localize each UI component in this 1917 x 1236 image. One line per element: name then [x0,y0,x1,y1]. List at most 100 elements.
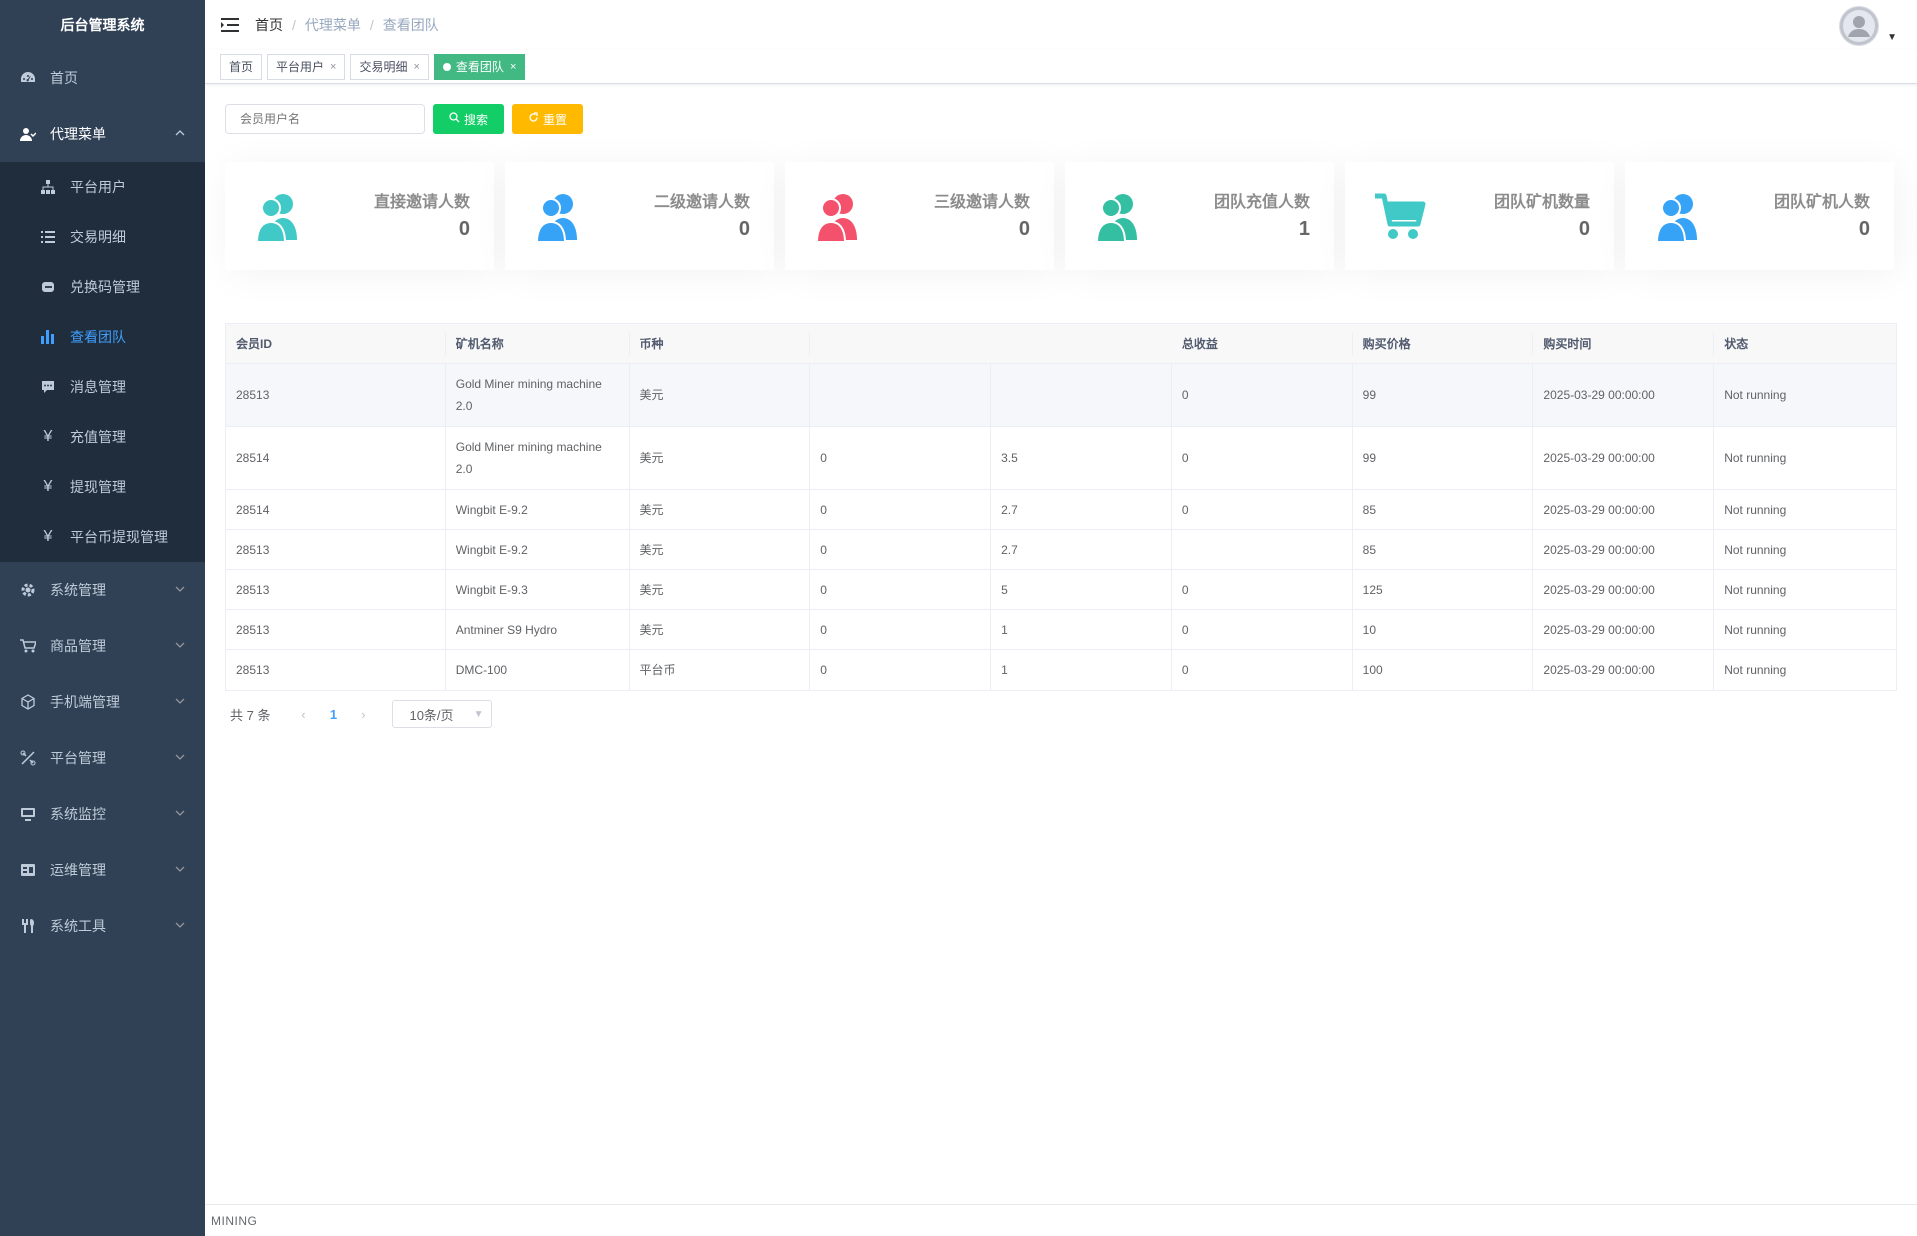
cell-miner-name: DMC-100 [446,650,630,690]
sidebar-item-platform-users[interactable]: 平台用户 [0,162,205,212]
cell-col4: 0 [810,650,992,690]
sidebar-item-label: 平台币提现管理 [70,529,168,545]
cell-purchase-time: 2025-03-29 00:00:00 [1533,570,1715,609]
cell-member-id: 28513 [226,570,446,609]
people-icon [815,194,857,243]
agent-submenu: 平台用户 交易明细 兑换码管理 查看团队 消息管理 ¥ 充值管理 ¥ 提现管理 … [0,162,205,562]
cell-purchase-time: 2025-03-29 00:00:00 [1533,364,1715,426]
team-miners-table: 会员ID 矿机名称 币种 总收益 购买价格 购买时间 状态 28513 Gold… [225,323,1897,691]
people-icon [1655,194,1697,243]
stat-title: 直接邀请人数 [373,194,470,211]
pagination: 共 7 条 ‹ 1 › 10条/页 ▼ [230,700,493,728]
stat-title: 团队矿机人数 [1773,194,1870,211]
page-number[interactable]: 1 [318,707,348,722]
stat-card-level2-invites: 二级邀请人数 0 [505,162,774,270]
cube-icon [20,694,36,710]
sidebar-item-mobile[interactable]: 手机端管理 [0,674,205,730]
tag-label: 查看团队 [455,59,504,74]
page-size-select[interactable]: 10条/页 ▼ [392,700,493,728]
sidebar-item-transactions[interactable]: 交易明细 [0,212,205,262]
close-icon[interactable]: × [413,55,419,79]
cell-price: 85 [1353,490,1534,529]
caret-down-icon[interactable]: ▼ [1887,32,1897,43]
breadcrumb-item[interactable]: 首页 [255,15,283,35]
tag-home[interactable]: 首页 [220,53,263,80]
page-size-value: 10条/页 [409,707,454,723]
cell-miner-name: Wingbit E-9.3 [446,570,630,609]
sidebar-item-products[interactable]: 商品管理 [0,618,205,674]
table-row[interactable]: 28513 DMC-100 平台币 0 1 0 100 2025-03-29 0… [226,650,1896,690]
chevron-down-icon [175,583,185,597]
breadcrumb-item: 代理菜单 [304,17,361,33]
sidebar-item-redeem-codes[interactable]: 兑换码管理 [0,262,205,312]
sidebar-item-platform-coin-withdraw[interactable]: ¥ 平台币提现管理 [0,512,205,562]
next-page-icon[interactable]: › [348,707,378,722]
cell-status: Not running [1724,622,1787,637]
cell-currency: 美元 [630,530,811,569]
tags-view: 首页 平台用户 × 交易明细 × 查看团队 × [205,50,1917,84]
tag-platform-users[interactable]: 平台用户 × [267,53,346,80]
cell-price: 125 [1353,570,1534,609]
sidebar-item-home[interactable]: 首页 [0,50,205,106]
sidebar-item-label: 消息管理 [70,379,126,395]
sidebar-item-monitor[interactable]: 系统监控 [0,786,205,842]
sidebar-item-view-team[interactable]: 查看团队 [0,312,205,362]
stat-title: 团队充值人数 [1213,194,1310,211]
cell-col5: 5 [991,570,1172,609]
sidebar-item-label: 查看团队 [70,329,126,345]
column-header: 会员ID [226,332,446,355]
table-row[interactable]: 28513 Wingbit E-9.3 美元 0 5 0 125 2025-03… [226,570,1896,610]
sidebar-item-recharge[interactable]: ¥ 充值管理 [0,412,205,462]
tag-transactions[interactable]: 交易明细 × [350,53,429,80]
tag-label: 平台用户 [276,59,325,74]
sidebar-item-system[interactable]: 系统管理 [0,562,205,618]
table-row[interactable]: 28513 Wingbit E-9.2 美元 0 2.7 85 2025-03-… [226,530,1896,570]
code-icon [40,279,56,295]
cell-col4: 0 [810,427,992,489]
sidebar-item-agent-menu[interactable]: 代理菜单 [0,106,205,162]
people-icon [535,194,577,243]
close-icon[interactable]: × [330,55,336,79]
sidebar-item-platform[interactable]: 平台管理 [0,730,205,786]
cell-status: Not running [1724,663,1787,677]
close-icon[interactable]: × [510,55,516,79]
cell-total-income [1172,530,1353,569]
breadcrumb-item: 查看团队 [382,17,439,33]
table-row[interactable]: 28513 Antminer S9 Hydro 美元 0 1 0 10 2025… [226,610,1896,650]
table-row[interactable]: 28514 Wingbit E-9.2 美元 0 2.7 0 85 2025-0… [226,490,1896,530]
sidebar-item-withdraw[interactable]: ¥ 提现管理 [0,462,205,512]
pagination-total: 共 7 条 [230,707,271,723]
tag-view-team[interactable]: 查看团队 × [433,53,526,80]
cell-member-id: 28513 [226,364,446,426]
cell-col4: 0 [810,610,992,649]
cell-miner-name: Wingbit E-9.2 [446,490,630,529]
stat-title: 三级邀请人数 [933,194,1030,211]
chevron-down-icon [175,695,185,709]
hamburger-menu-icon[interactable] [205,0,255,50]
cell-currency: 美元 [630,490,811,529]
cell-purchase-time: 2025-03-29 00:00:00 [1533,530,1715,569]
column-header: 购买时间 [1533,332,1715,355]
prev-page-icon[interactable]: ‹ [288,707,318,722]
yen-icon: ¥ [43,478,53,495]
chevron-down-icon: ▼ [473,708,484,720]
search-button[interactable]: 搜索 [433,104,505,134]
sidebar-item-tools[interactable]: 系统工具 [0,898,205,954]
sidebar-item-label: 平台管理 [50,750,106,766]
sidebar-item-messages[interactable]: 消息管理 [0,362,205,412]
cell-status: Not running [1724,542,1787,557]
cell-price: 10 [1353,610,1534,649]
cell-col4 [810,364,992,426]
member-username-input[interactable] [225,104,425,134]
sidebar-item-ops[interactable]: 运维管理 [0,842,205,898]
cell-price: 99 [1353,427,1534,489]
cell-member-id: 28513 [226,650,446,690]
avatar[interactable] [1839,6,1879,46]
tools-icon [20,750,36,766]
table-row[interactable]: 28514 Gold Miner mining machine 2.0 美元 0… [226,427,1896,490]
stat-title: 二级邀请人数 [653,194,750,211]
reset-button[interactable]: 重置 [512,104,584,134]
table-row[interactable]: 28513 Gold Miner mining machine 2.0 美元 0… [226,364,1896,427]
breadcrumb-separator: / [292,17,296,33]
refresh-icon [528,112,539,126]
